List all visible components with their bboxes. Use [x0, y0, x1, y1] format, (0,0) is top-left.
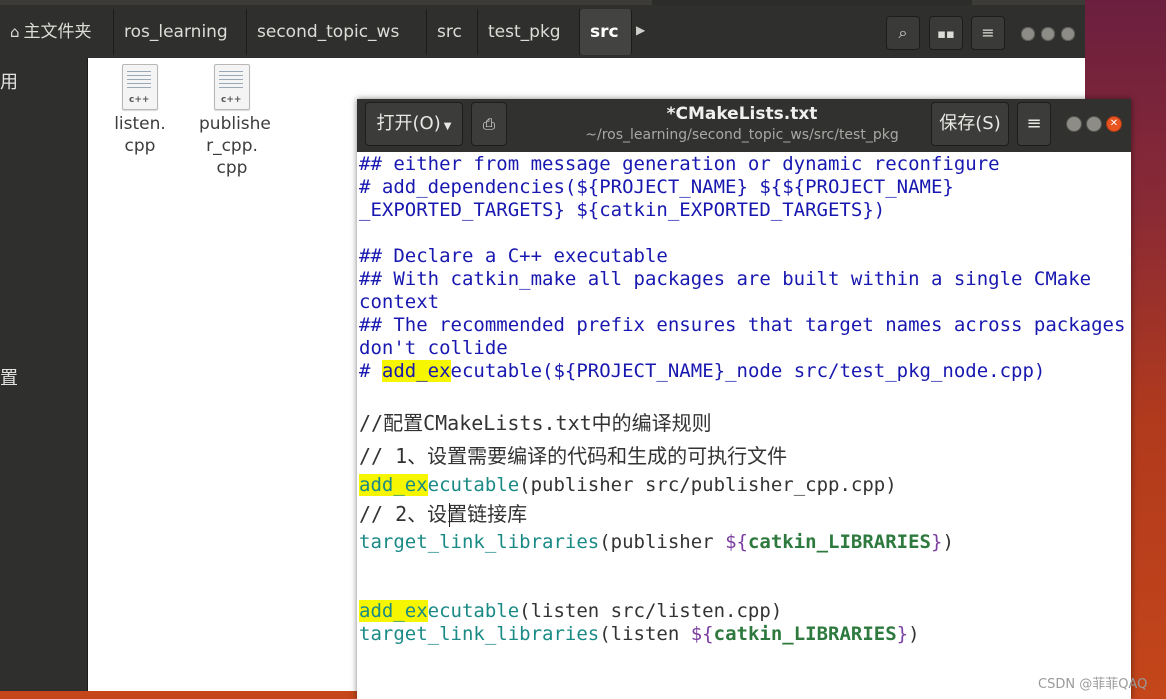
code-keyword: ecutable: [427, 600, 520, 622]
cpp-file-icon: c++: [122, 64, 158, 110]
code-line: don't collide: [359, 337, 508, 359]
file-item-publisher-cpp[interactable]: c++ publishe r_cpp. cpp: [199, 64, 271, 179]
code-line: target_link_libraries(publisher ${catkin…: [359, 531, 954, 554]
breadcrumb-second-topic-ws[interactable]: second_topic_ws: [247, 9, 427, 55]
sidebar: 用 置: [0, 58, 88, 691]
cpp-file-icon: c++: [214, 64, 250, 110]
search-button[interactable]: ⌕: [886, 16, 920, 50]
maximize-button[interactable]: [1086, 116, 1102, 132]
code-token: ${: [690, 623, 714, 645]
code-keyword: ecutable: [427, 474, 520, 496]
search-icon: ⌕: [898, 23, 908, 42]
file-type-badge: c++: [221, 95, 242, 105]
minimize-button[interactable]: [1021, 27, 1035, 41]
code-keyword: target_link_libraries: [359, 531, 600, 553]
code-token: ${: [725, 531, 748, 553]
breadcrumb-src-current[interactable]: src: [580, 9, 632, 55]
sidebar-item-partial[interactable]: 用: [0, 68, 18, 94]
code-comment: //配置CMakeLists.txt中的编译规则: [359, 411, 712, 435]
home-icon: ⌂: [10, 23, 20, 41]
search-highlight: add_ex: [381, 360, 451, 382]
window-title: *CMakeLists.txt: [666, 104, 818, 124]
breadcrumb-src[interactable]: src: [427, 9, 478, 55]
code-variable: catkin_LIBRARIES: [747, 531, 931, 553]
code-line: # add_dependencies(${PROJECT_NAME} ${${P…: [359, 176, 954, 198]
code-line: add_executable(publisher src/publisher_c…: [359, 474, 897, 497]
code-line: # add_executable(${PROJECT_NAME}_node sr…: [359, 360, 1045, 383]
hamburger-icon: ≡: [1026, 113, 1042, 134]
code-comment: // 2、设置链接库: [359, 502, 528, 526]
code-token: (publisher src/publisher_cpp.cpp): [519, 474, 897, 496]
list-view-icon: ▪▪: [937, 27, 955, 42]
hamburger-icon: ≡: [981, 23, 995, 42]
open-button[interactable]: 打开(O) ▼: [365, 102, 463, 146]
sidebar-item-partial[interactable]: 置: [0, 364, 18, 390]
close-icon: ✕: [1109, 118, 1119, 129]
code-line: target_link_libraries(listen ${catkin_LI…: [359, 623, 920, 646]
search-highlight: add_ex: [359, 474, 428, 496]
file-name-line: cpp: [216, 158, 248, 178]
code-line: ## With catkin_make all packages are bui…: [359, 268, 1092, 290]
breadcrumb-test-pkg[interactable]: test_pkg: [478, 9, 580, 55]
file-name-line: cpp: [124, 136, 156, 156]
maximize-button[interactable]: [1041, 27, 1055, 41]
file-type-badge: c++: [129, 95, 150, 105]
window-top-edge: [652, 0, 972, 5]
code-keyword: target_link_libraries: [359, 623, 600, 645]
editor-headerbar: 打开(O) ▼ ⎙ *CMakeLists.txt ~/ros_learning/…: [357, 99, 1131, 153]
file-item-listen-cpp[interactable]: c++ listen. cpp: [108, 64, 172, 157]
code-token: ): [908, 623, 920, 645]
file-name: listen. cpp: [108, 113, 172, 157]
code-line: context: [359, 291, 440, 313]
close-button[interactable]: ✕: [1106, 116, 1122, 132]
file-name-line: r_cpp.: [206, 136, 258, 156]
code-token: }: [930, 531, 943, 553]
breadcrumb-ros-learning[interactable]: ros_learning: [114, 9, 247, 55]
new-document-icon: ⎙: [482, 115, 495, 133]
menu-button[interactable]: ≡: [971, 16, 1005, 50]
code-token: ecutable(${PROJECT_NAME}_node src/test_p…: [450, 360, 1046, 382]
code-editor[interactable]: ## either from message generation or dyn…: [357, 152, 1131, 699]
open-button-label: 打开(O): [376, 113, 441, 134]
watermark: CSDN @菲菲QAQ: [1038, 677, 1148, 692]
code-token: (listen: [599, 623, 691, 645]
chevron-down-icon: ▼: [443, 121, 452, 132]
code-token: (publisher: [599, 531, 726, 553]
breadcrumb-home[interactable]: ⌂ 主文件夹: [0, 9, 114, 55]
code-token: #: [359, 360, 382, 382]
code-token: (listen src/listen.cpp): [519, 600, 783, 622]
code-line: ## Declare a C++ executable: [359, 245, 668, 267]
new-tab-button[interactable]: ⎙: [471, 102, 507, 146]
file-name: publishe r_cpp. cpp: [199, 113, 271, 179]
file-name-line: publishe: [199, 114, 271, 134]
file-manager-headerbar: ⌂ 主文件夹 ros_learning second_topic_ws src t…: [0, 0, 1085, 58]
text-cursor: [449, 503, 450, 527]
code-variable: catkin_LIBRARIES: [713, 623, 897, 645]
breadcrumb-more-icon[interactable]: ▶: [636, 23, 645, 37]
minimize-button[interactable]: [1066, 116, 1082, 132]
code-token: ): [942, 531, 954, 553]
code-line: _EXPORTED_TARGETS} ${catkin_EXPORTED_TAR…: [359, 199, 886, 221]
view-options-button[interactable]: ▪▪: [929, 16, 963, 50]
text-editor-window: 打开(O) ▼ ⎙ *CMakeLists.txt ~/ros_learning/…: [357, 99, 1131, 699]
code-token: }: [896, 623, 909, 645]
save-button[interactable]: 保存(S): [931, 102, 1009, 146]
code-line: ## either from message generation or dyn…: [359, 153, 1000, 175]
search-highlight: add_ex: [359, 600, 428, 622]
breadcrumb-label: 主文件夹: [23, 22, 92, 42]
window-subtitle: ~/ros_learning/second_topic_ws/src/test_…: [585, 127, 899, 143]
menu-button[interactable]: ≡: [1017, 102, 1051, 146]
code-comment: // 1、设置需要编译的代码和生成的可执行文件: [359, 444, 788, 468]
close-button[interactable]: [1061, 27, 1075, 41]
code-line: ## The recommended prefix ensures that t…: [359, 314, 1126, 336]
file-name-line: listen.: [114, 114, 166, 134]
code-line: add_executable(listen src/listen.cpp): [359, 600, 782, 623]
